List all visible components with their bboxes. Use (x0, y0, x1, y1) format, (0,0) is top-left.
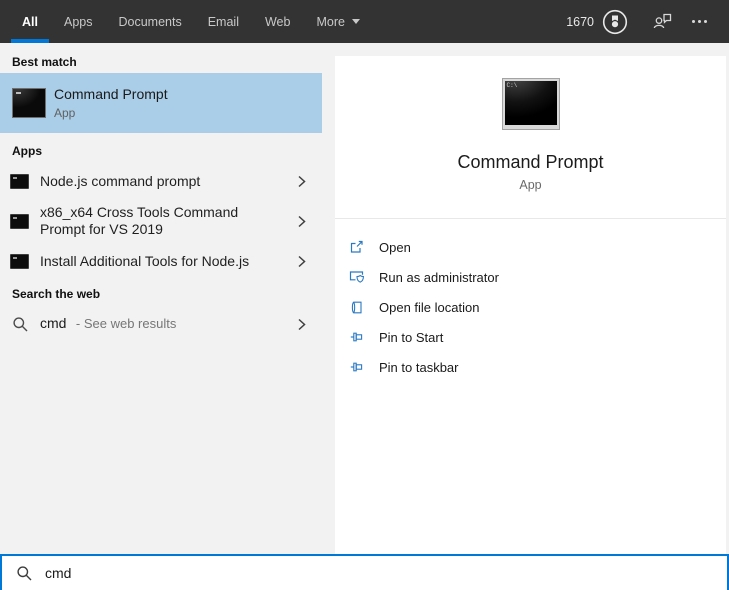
search-filter-bar: All Apps Documents Email Web More 1670 (0, 0, 729, 43)
tab-more[interactable]: More (316, 0, 360, 43)
file-location-icon (348, 301, 365, 314)
chevron-right-icon[interactable] (298, 175, 306, 188)
search-input[interactable] (45, 565, 727, 581)
result-install-additional-tools[interactable]: Install Additional Tools for Node.js (0, 241, 322, 281)
action-pin-to-start[interactable]: Pin to Start (335, 322, 726, 352)
action-list: Open Run as administrator Open file loca… (335, 232, 726, 382)
best-match-subtitle: App (54, 106, 76, 120)
action-run-as-administrator[interactable]: Run as administrator (335, 262, 726, 292)
more-options-icon[interactable] (692, 7, 707, 37)
section-header-best-match: Best match (12, 55, 77, 69)
terminal-screen: C:\ (504, 81, 557, 125)
windows-search-flyout: { "topbar": { "tabs": [ { "label": "All"… (0, 0, 729, 590)
section-header-search-web: Search the web (12, 287, 101, 301)
tab-email[interactable]: Email (208, 0, 239, 43)
search-icon (17, 565, 32, 580)
action-label: Open (379, 239, 411, 255)
results-panel: Best match Command Prompt App Apps Node.… (0, 43, 334, 554)
chevron-right-icon[interactable] (298, 318, 306, 331)
tab-email-label: Email (207, 14, 239, 29)
terminal-icon (10, 253, 29, 269)
action-label: Pin to taskbar (379, 359, 459, 375)
search-box[interactable] (0, 554, 729, 590)
action-open-file-location[interactable]: Open file location (335, 292, 726, 322)
terminal-icon (10, 173, 29, 189)
command-prompt-icon-large: C:\ (501, 78, 560, 130)
rewards-button[interactable]: 1670 (566, 7, 630, 37)
action-pin-to-taskbar[interactable]: Pin to taskbar (335, 352, 726, 382)
admin-shield-icon (348, 270, 365, 284)
search-icon (13, 316, 28, 331)
result-web-search[interactable]: cmd - See web results (0, 304, 322, 344)
tab-all[interactable]: All (10, 0, 49, 43)
web-hint: - See web results (75, 316, 177, 331)
pin-icon (348, 361, 365, 373)
tab-documents-label: Documents (118, 14, 182, 29)
terminal-icon (10, 213, 29, 229)
result-nodejs-command-prompt[interactable]: Node.js command prompt (0, 161, 322, 201)
result-title: Install Additional Tools for Node.js (40, 252, 250, 269)
action-open[interactable]: Open (335, 232, 726, 262)
tab-apps-label: Apps (63, 14, 93, 29)
divider (335, 218, 726, 219)
filter-tabs: All Apps Documents Email Web More (0, 0, 360, 43)
tab-all-label: All (22, 14, 38, 29)
preview-subtitle: App (519, 178, 542, 192)
action-label: Pin to Start (379, 329, 444, 345)
account-icon (653, 13, 672, 28)
account-button[interactable] (652, 11, 674, 33)
tab-web[interactable]: Web (265, 0, 290, 43)
rewards-points: 1670 (566, 14, 594, 29)
result-title: x86_x64 Cross Tools Command Prompt for V… (40, 204, 239, 237)
rewards-medal-icon (602, 9, 628, 34)
chevron-right-icon[interactable] (298, 215, 306, 228)
pin-icon (348, 331, 365, 343)
chevron-right-icon[interactable] (298, 255, 306, 268)
best-match-text: Command Prompt App (54, 86, 168, 120)
result-x86-x64-cross-tools[interactable]: x86_x64 Cross Tools Command Prompt for V… (0, 201, 322, 241)
preview-pane: C:\ Command Prompt App Open Run as admin… (335, 56, 726, 554)
tab-web-label: Web (264, 14, 291, 29)
command-prompt-icon (12, 88, 46, 118)
best-match-title: Command Prompt (54, 86, 168, 102)
open-window-icon (348, 240, 365, 254)
action-label: Run as administrator (379, 269, 499, 285)
dropdown-arrow-icon (351, 19, 360, 24)
tab-more-label: More (316, 14, 345, 29)
topbar-actions: 1670 (566, 7, 729, 37)
result-title: Node.js command prompt (40, 172, 201, 189)
web-search-text: cmd - See web results (40, 315, 176, 333)
action-label: Open file location (379, 299, 480, 315)
web-query: cmd (40, 315, 67, 331)
best-match-result[interactable]: Command Prompt App (0, 73, 322, 133)
terminal-prompt-text: C:\ (506, 82, 518, 89)
tab-documents[interactable]: Documents (118, 0, 181, 43)
section-header-apps: Apps (12, 144, 42, 158)
preview-title: Command Prompt (457, 152, 604, 172)
tab-apps[interactable]: Apps (64, 0, 93, 43)
